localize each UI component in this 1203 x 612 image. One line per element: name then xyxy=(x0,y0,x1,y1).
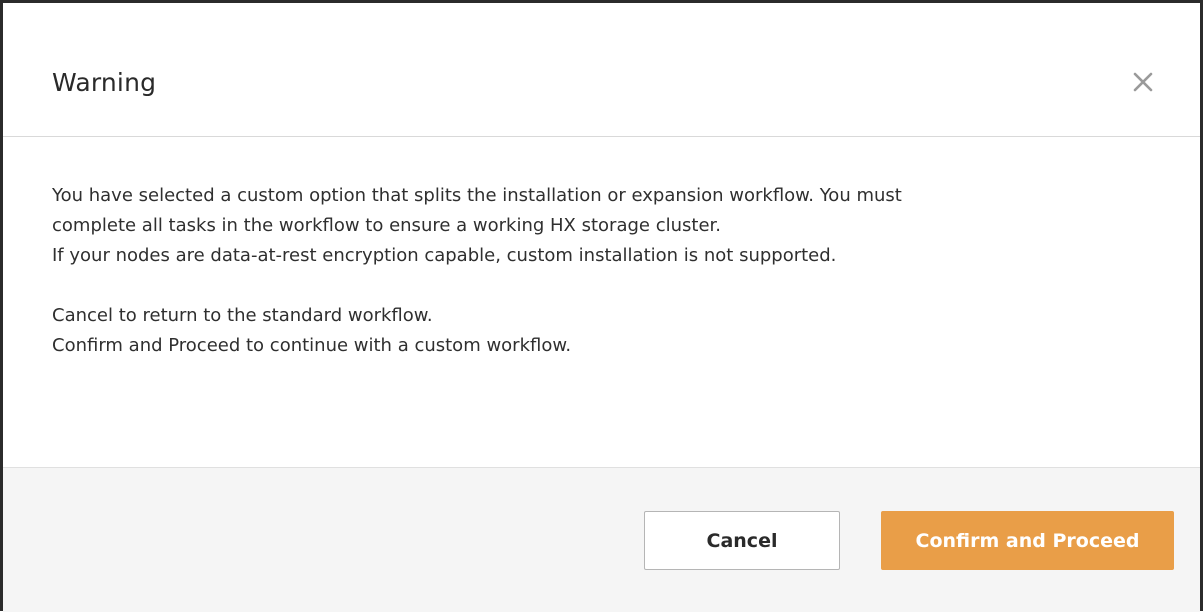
close-icon xyxy=(1133,72,1153,92)
message-line: You have selected a custom option that s… xyxy=(52,185,902,206)
message-line: Confirm and Proceed to continue with a c… xyxy=(52,335,572,356)
message-line: If your nodes are data-at-rest encryptio… xyxy=(52,245,837,266)
dialog-body: You have selected a custom option that s… xyxy=(3,137,1200,467)
cancel-button[interactable]: Cancel xyxy=(644,511,840,570)
confirm-and-proceed-button[interactable]: Confirm and Proceed xyxy=(881,511,1174,570)
message-line: complete all tasks in the workflow to en… xyxy=(52,215,721,236)
message-line: Cancel to return to the standard workflo… xyxy=(52,305,433,326)
warning-dialog: Warning You have selected a custom optio… xyxy=(0,0,1203,612)
close-button[interactable] xyxy=(1126,65,1160,99)
dialog-footer: Cancel Confirm and Proceed xyxy=(3,467,1200,612)
dialog-title: Warning xyxy=(52,68,157,97)
dialog-header: Warning xyxy=(3,3,1200,137)
